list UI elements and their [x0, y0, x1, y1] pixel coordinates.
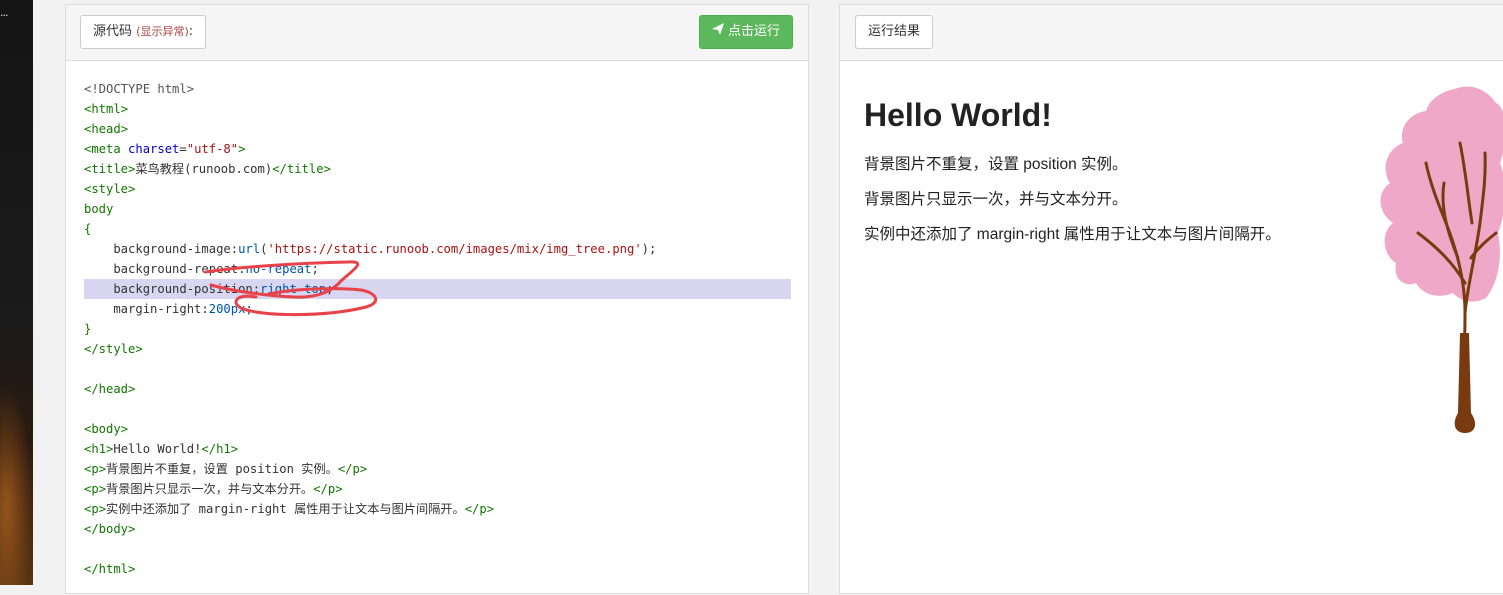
- source-code-label-button[interactable]: 源代码 (显示异常):: [80, 15, 207, 49]
- code-line[interactable]: body: [84, 199, 791, 219]
- display-error-note[interactable]: (显示异常): [136, 25, 189, 38]
- code-line[interactable]: <html>: [84, 99, 791, 119]
- code-line[interactable]: }: [84, 319, 791, 339]
- code-line[interactable]: </html>: [84, 559, 791, 579]
- code-line[interactable]: <title>菜鸟教程(runoob.com)</title>: [84, 159, 791, 179]
- ellipsis-icon: ...: [0, 6, 8, 19]
- run-result-panel: 运行结果 Hello World! 背景图片不重复，设置 position 实例…: [839, 4, 1503, 594]
- code-line[interactable]: background-image:url('https://static.run…: [84, 239, 791, 259]
- code-line[interactable]: <head>: [84, 119, 791, 139]
- desktop-background-strip: ...: [0, 0, 33, 585]
- code-line[interactable]: [84, 359, 791, 379]
- source-label: 源代码: [93, 24, 133, 39]
- result-heading: Hello World!: [864, 97, 1052, 133]
- code-line[interactable]: <style>: [84, 179, 791, 199]
- result-paragraph-1: 背景图片不重复，设置 position 实例。: [864, 156, 1128, 173]
- code-line[interactable]: </style>: [84, 339, 791, 359]
- code-line[interactable]: </head>: [84, 379, 791, 399]
- run-label: 点击运行: [727, 24, 780, 39]
- code-line[interactable]: [84, 399, 791, 419]
- result-paragraph-2: 背景图片只显示一次，并与文本分开。: [864, 191, 1128, 208]
- code-editor[interactable]: <!DOCTYPE html> <html> <head> <meta charset…: [84, 79, 791, 579]
- result-paragraph-3: 实例中还添加了 margin-right 属性用于让文本与图片间隔开。: [864, 226, 1281, 243]
- code-line[interactable]: <h1>Hello World!</h1>: [84, 439, 791, 459]
- code-line[interactable]: background-repeat:no-repeat;: [84, 259, 791, 279]
- code-line[interactable]: <p>实例中还添加了 margin-right 属性用于让文本与图片间隔开。</…: [84, 499, 791, 519]
- code-line[interactable]: {: [84, 219, 791, 239]
- code-line[interactable]: <p>背景图片只显示一次，并与文本分开。</p>: [84, 479, 791, 499]
- code-line[interactable]: <body>: [84, 419, 791, 439]
- paper-plane-icon: [711, 16, 724, 48]
- code-line[interactable]: </body>: [84, 519, 791, 539]
- result-title: 运行结果: [868, 24, 921, 39]
- code-line[interactable]: <!DOCTYPE html>: [84, 79, 791, 99]
- source-suffix: :: [188, 24, 194, 39]
- run-button[interactable]: 点击运行: [698, 15, 793, 49]
- code-line[interactable]: [84, 539, 791, 559]
- source-code-header: 源代码 (显示异常): 点击运行: [66, 5, 808, 61]
- code-line[interactable]: <p>背景图片不重复，设置 position 实例。</p>: [84, 459, 791, 479]
- background-glow: [0, 385, 33, 585]
- code-line[interactable]: margin-right:200px;: [84, 299, 791, 319]
- tree-background-image: [1380, 86, 1503, 433]
- code-line[interactable]: <meta charset="utf-8">: [84, 139, 791, 159]
- source-code-panel: 源代码 (显示异常): 点击运行 <!DOCTYPE html> <html> <h…: [65, 4, 809, 594]
- code-line[interactable]: background-position:right top;: [84, 279, 791, 299]
- run-result-header: 运行结果: [840, 5, 1503, 61]
- result-content: Hello World! 背景图片不重复，设置 position 实例。 背景图…: [864, 97, 1308, 257]
- run-result-label-button[interactable]: 运行结果: [855, 15, 934, 49]
